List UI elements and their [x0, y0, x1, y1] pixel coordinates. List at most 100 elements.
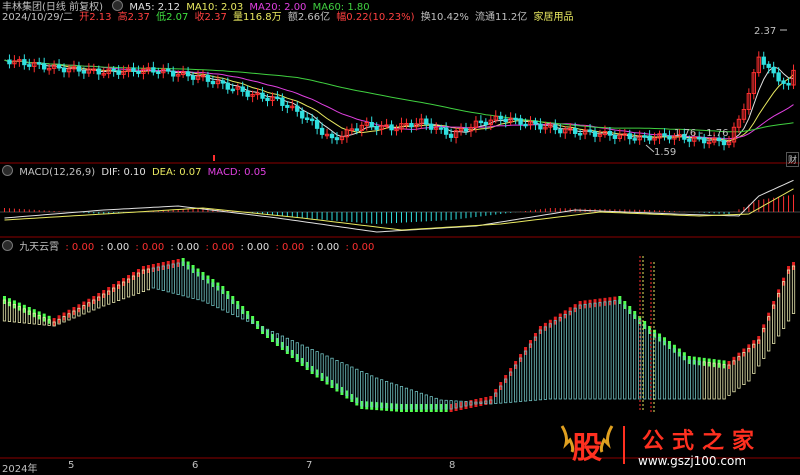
high-price-label: 2.37 [754, 26, 777, 37]
macd-value-label: MACD: 0.05 [207, 167, 267, 178]
band-bar [360, 370, 364, 407]
candle-body [409, 122, 414, 128]
candle-body [151, 67, 156, 73]
candle-body [627, 133, 632, 140]
candle-body [260, 92, 265, 99]
candle-body [131, 67, 136, 72]
band-bar [697, 360, 701, 400]
watermark: 股 公式之家 www.gszj100.com [558, 422, 772, 468]
band-bar [533, 336, 538, 401]
candle-body [354, 128, 360, 131]
band-bar [707, 362, 711, 400]
band-bar [737, 356, 741, 389]
band-bar [717, 363, 721, 400]
settings-icon[interactable] [2, 165, 13, 176]
candle-body [156, 71, 161, 75]
band-bar [583, 303, 587, 400]
band-bar [702, 361, 706, 400]
band-bar [196, 272, 200, 301]
band-bar [543, 326, 547, 400]
candle-body [96, 68, 101, 75]
candle-body [285, 104, 290, 108]
band-bar [648, 329, 652, 400]
band-bar [593, 302, 597, 400]
candle-body [81, 70, 87, 74]
candle-body [265, 97, 270, 102]
band-bar [171, 263, 175, 294]
quote-close: 收2.37 [194, 12, 227, 23]
candle-body [27, 64, 32, 67]
candle-body [538, 123, 543, 130]
jiutian-indicator [2, 256, 796, 412]
band-bar [732, 360, 736, 393]
candle-body [443, 127, 449, 135]
dif-label: DIF: 0.10 [101, 167, 146, 178]
candle-body [56, 64, 62, 69]
chart-canvas[interactable] [0, 0, 800, 474]
candle-body [612, 134, 618, 139]
band-bar [538, 329, 543, 401]
candle-body [185, 71, 191, 77]
custom-value-2: : 0.00 [100, 242, 130, 253]
candle-body [111, 68, 116, 72]
band-bar [578, 304, 582, 400]
candle-body [592, 131, 598, 137]
band-bar [638, 319, 642, 400]
candle-body [533, 120, 538, 125]
band-bar [548, 323, 552, 400]
candle-body [7, 59, 12, 65]
candle-body [230, 88, 235, 92]
settings-icon[interactable] [2, 240, 13, 251]
band-bar [781, 281, 786, 329]
quote-low: 低2.07 [156, 12, 189, 23]
band-bar [603, 301, 607, 400]
candle-body [776, 72, 781, 82]
band-bar [608, 300, 612, 400]
candle-body [319, 127, 325, 135]
candle-body [205, 74, 211, 82]
band-bar [786, 269, 791, 322]
custom-value-9: : 0.00 [345, 242, 375, 253]
finance-marker[interactable]: 财 [786, 152, 800, 167]
quote-volume: 量116.8万 [233, 12, 282, 23]
candle-body [478, 120, 484, 124]
candle-body [389, 124, 394, 131]
custom-value-1: : 0.00 [65, 242, 95, 253]
quote-change: 幅0.22(10.23%) [336, 12, 415, 23]
band-bar [186, 265, 190, 298]
low-arrow [645, 144, 655, 153]
candle-body [210, 80, 216, 85]
custom-value-8: : 0.00 [310, 242, 340, 253]
band-bar [657, 337, 662, 400]
candle-body [771, 66, 776, 74]
candle-body [642, 135, 647, 138]
mid-price-label: 1.76 - 1.76 [674, 128, 729, 139]
candle-body [424, 118, 429, 125]
quote-industry: 家居用品 [533, 12, 574, 23]
band-bar [643, 324, 647, 400]
candle-body [37, 62, 42, 65]
ma-line [4, 59, 794, 133]
candle-body [766, 63, 771, 68]
band-bar [777, 292, 781, 337]
candle-body [136, 70, 141, 74]
low-price-label: 1.59 [654, 147, 677, 158]
band-bar [712, 362, 716, 400]
band-bar [588, 303, 592, 400]
band-bar [747, 347, 751, 382]
candle-body [523, 123, 528, 127]
band-bar [742, 352, 746, 385]
candle-body [587, 129, 593, 133]
macd-header: MACD(12,26,9) DIF: 0.10 DEA: 0.07 MACD: … [2, 165, 269, 179]
dea-label: DEA: 0.07 [151, 167, 202, 178]
candle-body [448, 133, 454, 138]
candle-body [374, 125, 379, 130]
candle-body [781, 80, 786, 84]
candle-body [632, 138, 637, 141]
settings-icon[interactable] [112, 0, 124, 11]
macd-title: MACD(12,26,9) [19, 167, 96, 178]
candle-body [369, 122, 374, 127]
candle-body [662, 133, 667, 137]
custom-value-6: : 0.00 [240, 242, 270, 253]
candle-body [76, 66, 82, 72]
